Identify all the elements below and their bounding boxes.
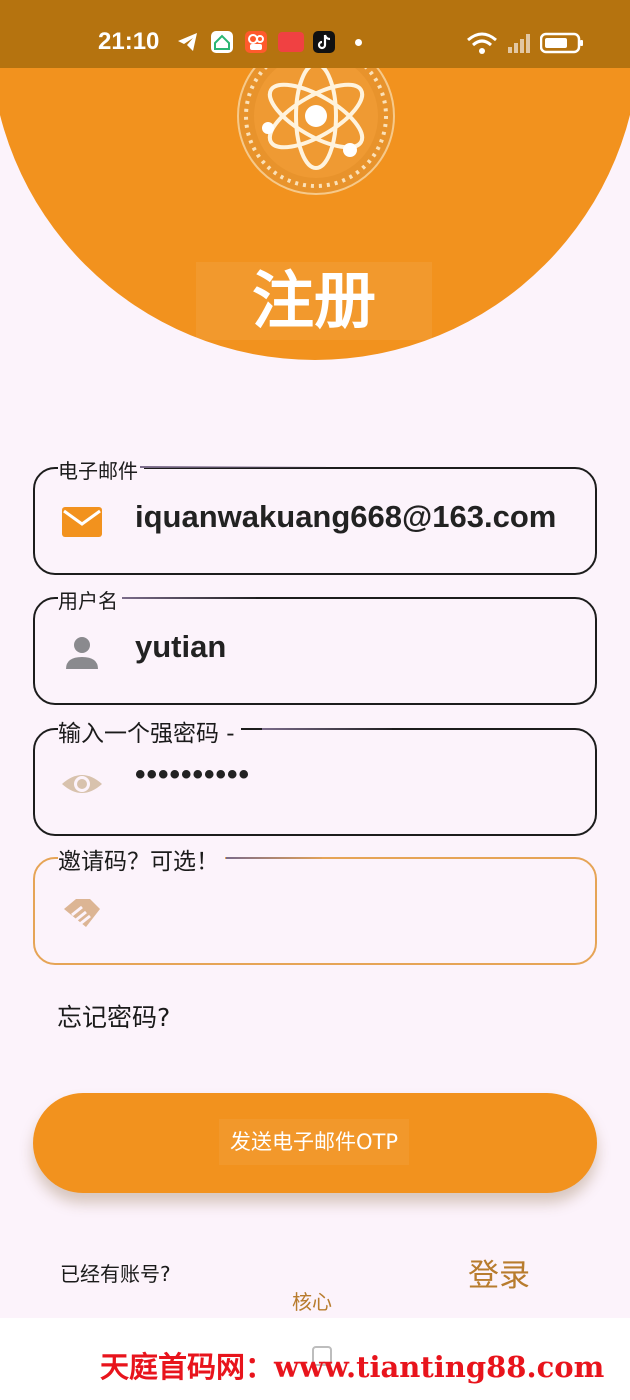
battery-icon [540, 32, 583, 54]
wifi-icon [467, 32, 497, 54]
handshake-icon [64, 899, 100, 927]
status-bar: 21:10 [0, 0, 630, 68]
invite-label-underline [226, 857, 322, 859]
username-label: 用户名 [58, 585, 124, 614]
app-kuaishou-icon [245, 31, 267, 53]
password-label-underline [262, 728, 392, 730]
email-label: 电子邮件 [58, 455, 144, 484]
telegram-icon [178, 33, 197, 51]
watermark-text: 天庭首码网：www.tianting88.com [100, 1350, 605, 1384]
status-time: 21:10 [98, 28, 160, 55]
have-account-text: 已经有账号? [60, 1262, 171, 1286]
app-toutiao-icon [278, 32, 304, 52]
status-indicators [466, 30, 584, 56]
send-otp-label: 发送电子邮件OTP [219, 1119, 409, 1165]
notification-dot-icon [355, 39, 362, 46]
mail-icon [62, 507, 102, 537]
username-label-underline [122, 597, 256, 599]
username-value: yutian [135, 629, 227, 664]
forgot-password-link[interactable]: 忘记密码? [57, 998, 170, 1034]
email-value: iquanwakuang668@163.com [135, 499, 557, 534]
send-otp-button[interactable]: 发送电子邮件OTP [33, 1093, 597, 1193]
invite-code-label: 邀请码？可选！ [58, 842, 225, 876]
person-icon [66, 637, 98, 669]
signal-icon [508, 34, 530, 53]
password-label: 输入一个强密码 - [58, 714, 241, 748]
page-title: 注册 [196, 262, 432, 340]
eye-icon[interactable] [60, 764, 104, 804]
app-home-icon [211, 31, 233, 53]
login-link[interactable]: 登录 [468, 1250, 530, 1295]
password-value: •••••••••• [135, 758, 251, 791]
core-label: 核心 [292, 1290, 332, 1314]
app-tiktok-icon [313, 31, 335, 53]
email-label-underline [140, 466, 326, 468]
